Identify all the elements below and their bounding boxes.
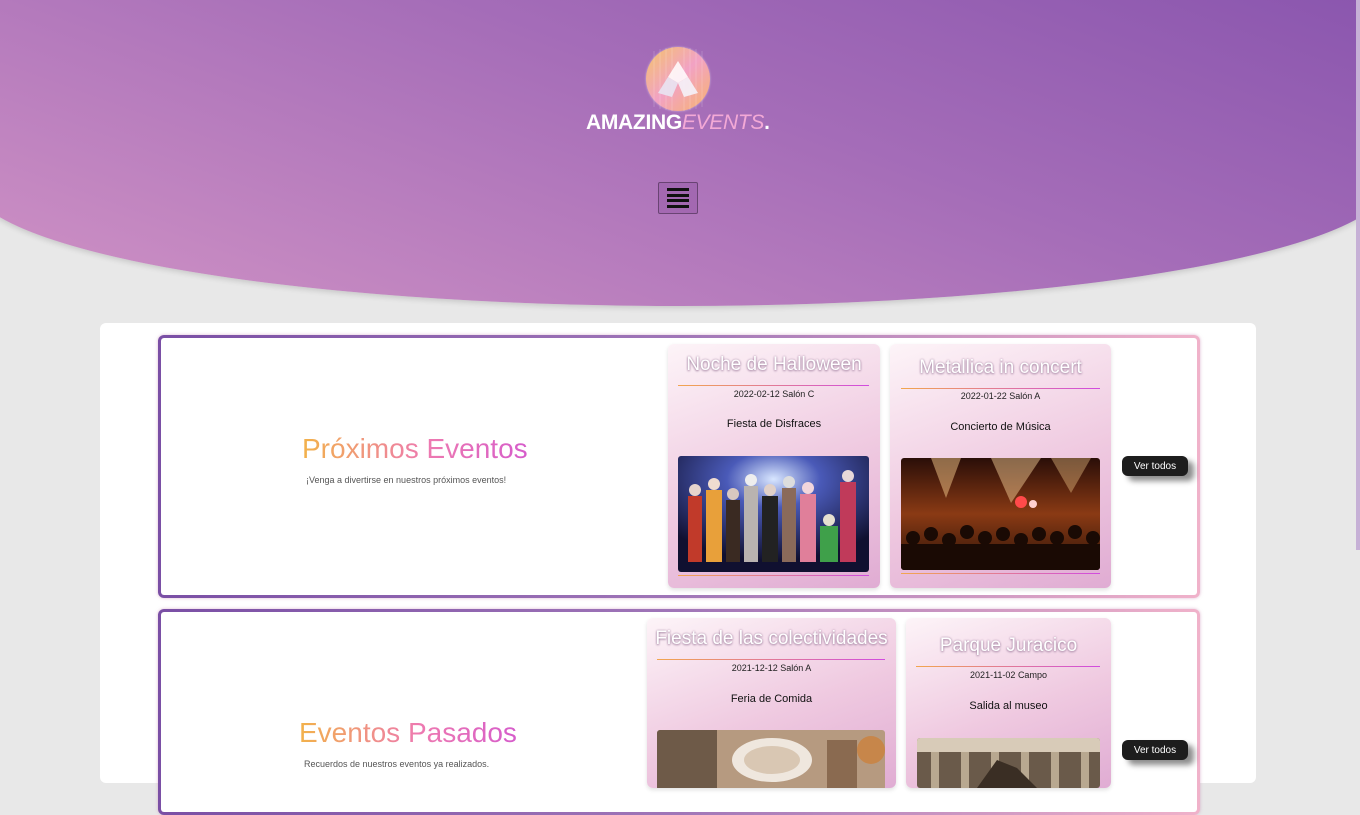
card-date: 2021-11-02 Campo — [970, 670, 1047, 680]
event-card[interactable]: Parque Juracico 2021-11-02 Campo Salida … — [906, 618, 1111, 788]
card-divider — [678, 575, 869, 576]
card-divider — [901, 388, 1100, 389]
event-card[interactable]: Metallica in concert 2022-01-22 Salón A … — [890, 344, 1111, 588]
past-section-title: Eventos Pasados — [299, 717, 517, 748]
brand-name: AMAZINGEVENTS. — [586, 111, 776, 135]
card-title: Parque Juracico — [939, 635, 1078, 656]
card-title: Fiesta de las colectividades — [655, 628, 888, 649]
card-category: Salida al museo — [969, 700, 1048, 712]
card-title: Metallica in concert — [919, 357, 1082, 378]
brand-main: AMAZING — [586, 111, 682, 134]
event-image — [917, 738, 1100, 788]
upcoming-section-subtitle: ¡Venga a divertirse en nuestros próximos… — [306, 475, 507, 485]
menu-toggle-button[interactable] — [658, 182, 698, 214]
card-date: 2022-02-12 Salón C — [733, 389, 815, 399]
hamburger-menu-icon — [667, 188, 689, 208]
scrollbar-thumb[interactable] — [1356, 0, 1360, 550]
brand-accent: EVENTS — [681, 111, 765, 134]
card-divider — [916, 666, 1100, 667]
view-all-past-button[interactable]: Ver todos — [1122, 740, 1188, 760]
event-image — [657, 730, 885, 788]
event-image — [901, 458, 1100, 570]
logo-emblem-icon — [653, 47, 703, 111]
event-image — [678, 456, 869, 572]
card-divider — [901, 573, 1100, 574]
event-card[interactable]: Fiesta de las colectividades 2021-12-12 … — [647, 618, 896, 788]
card-category: Feria de Comida — [730, 693, 813, 705]
card-category: Fiesta de Disfraces — [726, 418, 822, 430]
brand-logo[interactable] — [646, 47, 710, 111]
card-date: 2021-12-12 Salón A — [731, 663, 812, 673]
view-all-upcoming-button[interactable]: Ver todos — [1122, 456, 1188, 476]
hero-header — [0, 0, 1360, 306]
card-divider — [678, 385, 869, 386]
upcoming-section-title: Próximos Eventos — [302, 433, 528, 464]
card-divider — [657, 659, 885, 660]
card-category: Concierto de Música — [950, 421, 1051, 433]
brand-dot: . — [764, 111, 770, 134]
card-date: 2022-01-22 Salón A — [960, 391, 1041, 401]
card-title: Noche de Halloween — [686, 354, 862, 375]
event-card[interactable]: Noche de Halloween 2022-02-12 Salón C Fi… — [668, 344, 880, 588]
